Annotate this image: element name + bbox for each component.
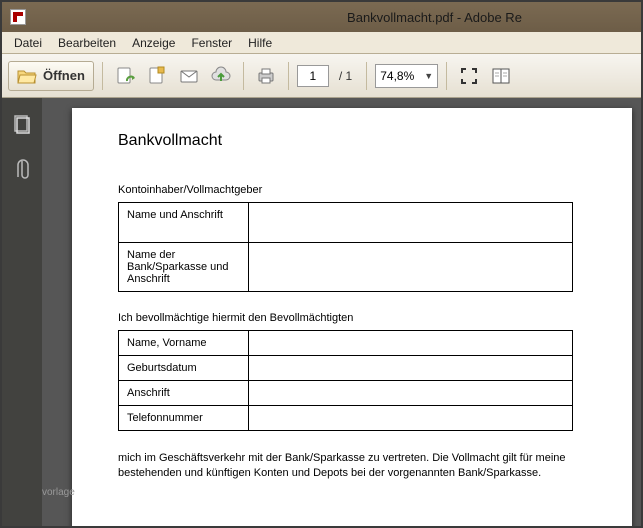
print-button[interactable] <box>252 62 280 90</box>
table-row: Geburtsdatum <box>119 356 573 381</box>
cell-label: Name der Bank/Sparkasse und Anschrift <box>119 243 249 292</box>
attachments-panel-button[interactable] <box>8 156 36 184</box>
toolbar-separator <box>446 62 447 90</box>
doc-paragraph: mich im Geschäftsverkehr mit der Bank/Sp… <box>118 451 604 482</box>
cell-value <box>249 331 573 356</box>
authorized-person-table: Name, Vorname Geburtsdatum Anschrift Tel… <box>118 330 573 431</box>
cell-label: Telefonnummer <box>119 406 249 431</box>
menu-help[interactable]: Hilfe <box>240 34 280 52</box>
document-viewport[interactable]: Bankvollmacht Kontoinhaber/Vollmachtgebe… <box>42 98 641 526</box>
toolbar-separator <box>243 62 244 90</box>
section1-heading: Kontoinhaber/Vollmachtgeber <box>118 184 604 196</box>
account-holder-table: Name und Anschrift Name der Bank/Sparkas… <box>118 202 573 292</box>
toolbar-separator <box>288 62 289 90</box>
cloud-upload-button[interactable] <box>207 62 235 90</box>
email-button[interactable] <box>175 62 203 90</box>
table-row: Telefonnummer <box>119 406 573 431</box>
cell-value <box>249 406 573 431</box>
doc-title: Bankvollmacht <box>118 132 604 150</box>
zoom-dropdown[interactable]: 74,8% ▼ <box>375 64 438 88</box>
table-row: Name und Anschrift <box>119 203 573 243</box>
watermark-text: vorlage <box>42 487 75 498</box>
cell-value <box>249 356 573 381</box>
page-number-input[interactable] <box>297 65 329 87</box>
menu-edit[interactable]: Bearbeiten <box>50 34 124 52</box>
titlebar: Bankvollmacht.pdf - Adobe Re <box>2 2 641 32</box>
main-area: Bankvollmacht Kontoinhaber/Vollmachtgebe… <box>2 98 641 526</box>
menu-file[interactable]: Datei <box>6 34 50 52</box>
thumbnails-panel-button[interactable] <box>8 110 36 138</box>
cell-label: Name, Vorname <box>119 331 249 356</box>
fullscreen-button[interactable] <box>455 62 483 90</box>
section2-heading: Ich bevollmächtige hiermit den Bevollmäc… <box>118 312 604 324</box>
cell-value <box>249 243 573 292</box>
create-pdf-button[interactable] <box>111 62 139 90</box>
page-total-label: / 1 <box>333 69 358 83</box>
table-row: Name der Bank/Sparkasse und Anschrift <box>119 243 573 292</box>
table-row: Name, Vorname <box>119 331 573 356</box>
cell-label: Anschrift <box>119 381 249 406</box>
read-mode-button[interactable] <box>487 62 515 90</box>
cell-label: Geburtsdatum <box>119 356 249 381</box>
cell-value <box>249 381 573 406</box>
open-button-label: Öffnen <box>43 68 85 83</box>
cell-label: Name und Anschrift <box>119 203 249 243</box>
sidebar <box>2 98 42 526</box>
menubar: Datei Bearbeiten Anzeige Fenster Hilfe <box>2 32 641 54</box>
folder-open-icon <box>17 67 37 85</box>
chevron-down-icon: ▼ <box>424 71 433 81</box>
cell-value <box>249 203 573 243</box>
table-row: Anschrift <box>119 381 573 406</box>
toolbar: Öffnen / 1 <box>2 54 641 98</box>
pdf-app-icon <box>10 9 26 25</box>
save-button[interactable] <box>143 62 171 90</box>
zoom-value: 74,8% <box>380 69 414 83</box>
menu-view[interactable]: Anzeige <box>124 34 183 52</box>
toolbar-separator <box>366 62 367 90</box>
pdf-page: Bankvollmacht Kontoinhaber/Vollmachtgebe… <box>72 108 632 526</box>
menu-window[interactable]: Fenster <box>183 34 240 52</box>
window-title: Bankvollmacht.pdf - Adobe Re <box>36 10 633 25</box>
toolbar-separator <box>102 62 103 90</box>
open-button[interactable]: Öffnen <box>8 61 94 91</box>
